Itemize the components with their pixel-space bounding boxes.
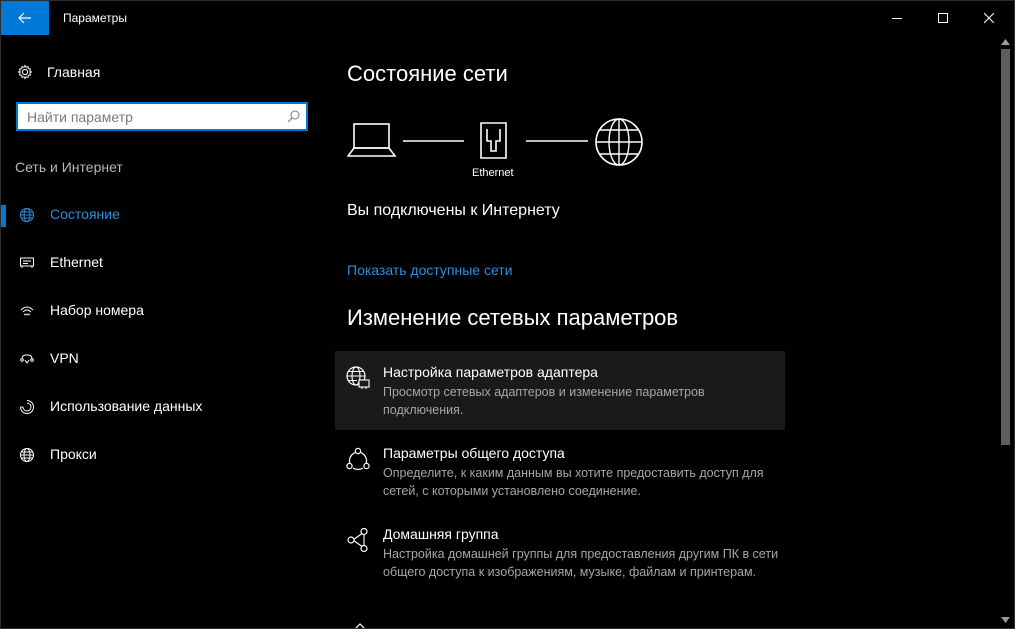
scroll-up-arrow-icon[interactable] (1001, 39, 1010, 45)
setting-title: Настройка параметров адаптера (383, 364, 598, 380)
sidebar-item-label: Ethernet (50, 254, 103, 270)
vpn-icon (20, 354, 34, 364)
gear-icon (17, 64, 33, 80)
proxy-globe-icon (20, 448, 34, 462)
scrollbar-thumb[interactable] (1001, 49, 1010, 445)
data-usage-icon (20, 400, 34, 414)
network-adapter-label: Ethernet (472, 167, 514, 179)
change-settings-heading: Изменение сетевых параметров (347, 305, 679, 330)
close-button[interactable] (966, 1, 1012, 35)
next-setting-icon (355, 623, 365, 628)
minimize-button[interactable] (874, 1, 920, 35)
adapter-settings-item[interactable]: Настройка параметров адаптера Просмотр с… (335, 351, 785, 430)
setting-title: Параметры общего доступа (383, 445, 565, 461)
sidebar-home-label: Главная (47, 64, 101, 80)
sharing-icon (346, 447, 370, 471)
sidebar-item-vpn[interactable]: VPN (1, 339, 321, 379)
active-indicator (1, 205, 6, 227)
scroll-down-arrow-icon[interactable] (1001, 617, 1010, 623)
setting-description: Просмотр сетевых адаптеров и изменение п… (383, 385, 705, 417)
ethernet-port-icon (480, 122, 507, 159)
sidebar-home[interactable]: Главная (17, 61, 100, 83)
sidebar-item-proxy[interactable]: Прокси (1, 435, 321, 475)
search-input[interactable] (27, 108, 277, 126)
window-title: Параметры (63, 11, 127, 25)
scrollbar[interactable] (997, 35, 1014, 628)
setting-title: Домашняя группа (383, 526, 499, 542)
homegroup-settings-item[interactable]: Домашняя группа Настройка домашней групп… (335, 513, 785, 592)
page-title: Состояние сети (347, 61, 508, 86)
globe-icon (20, 208, 34, 222)
dialup-icon (20, 306, 34, 316)
adapter-icon (346, 366, 370, 389)
sidebar-item-label: Использование данных (50, 398, 203, 414)
connection-status: Вы подключены к Интернету (347, 202, 560, 219)
homegroup-icon (347, 527, 368, 553)
sidebar-item-label: Состояние (50, 206, 120, 222)
arrow-left-icon (18, 12, 31, 24)
show-networks-link[interactable]: Показать доступные сети (347, 262, 513, 278)
back-button[interactable] (1, 1, 49, 35)
sidebar-item-ethernet[interactable]: Ethernet (1, 243, 321, 283)
sidebar-section-header: Сеть и Интернет (15, 159, 123, 175)
sidebar-item-label: VPN (50, 350, 79, 366)
sidebar-item-label: Прокси (50, 446, 97, 462)
sidebar-item-data-usage[interactable]: Использование данных (1, 387, 321, 427)
sidebar-item-label: Набор номера (50, 302, 144, 318)
maximize-button[interactable] (920, 1, 966, 35)
search-box[interactable] (16, 102, 308, 131)
setting-description: Настройка домашней группы для предоставл… (383, 547, 779, 579)
search-icon[interactable] (287, 110, 300, 123)
sidebar-item-dialup[interactable]: Набор номера (1, 291, 321, 331)
sidebar-item-status[interactable]: Состояние (1, 195, 321, 235)
internet-globe-icon (595, 118, 643, 166)
minimize-icon (892, 18, 902, 19)
title-bar: Параметры (1, 1, 1014, 35)
setting-description: Определите, к каким данным вы хотите пре… (383, 466, 764, 498)
settings-window: Параметры Главная Сеть и Интернет (0, 0, 1015, 629)
ethernet-icon (20, 257, 34, 268)
close-icon (984, 13, 994, 23)
sharing-settings-item[interactable]: Параметры общего доступа Определите, к к… (335, 432, 785, 511)
laptop-icon (347, 123, 397, 157)
maximize-icon (938, 13, 948, 23)
